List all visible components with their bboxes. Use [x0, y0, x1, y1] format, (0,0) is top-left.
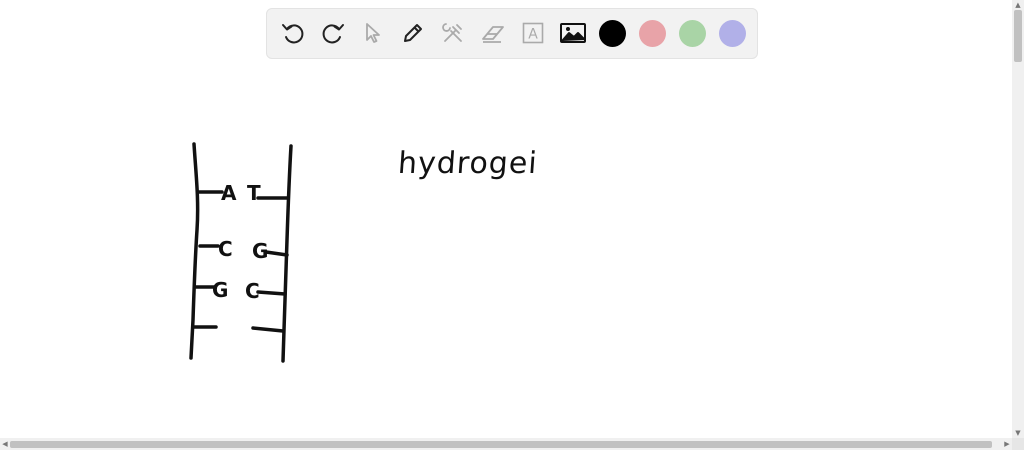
- color-lavender-swatch[interactable]: [719, 20, 746, 47]
- scroll-left-arrow-icon[interactable]: ◀: [0, 438, 10, 450]
- vertical-scroll-thumb[interactable]: [1014, 10, 1022, 62]
- select-pointer-icon[interactable]: [358, 18, 388, 48]
- tools-icon[interactable]: [438, 18, 468, 48]
- pen-icon[interactable]: [398, 18, 428, 48]
- base-A: A: [221, 181, 237, 205]
- base-G-left: G: [212, 278, 228, 302]
- drawing-toolbar: A: [266, 8, 758, 59]
- scroll-up-arrow-icon[interactable]: ▲: [1012, 0, 1024, 10]
- color-green-swatch[interactable]: [679, 20, 706, 47]
- text-box-icon[interactable]: A: [518, 18, 548, 48]
- svg-text:A: A: [528, 27, 538, 43]
- whiteboard-canvas[interactable]: A T C G G C hydrogei A: [0, 0, 1012, 438]
- horizontal-scrollbar[interactable]: ◀ ▶: [0, 438, 1012, 450]
- redo-icon[interactable]: [318, 18, 348, 48]
- base-T: T: [247, 181, 261, 205]
- scroll-right-arrow-icon[interactable]: ▶: [1002, 438, 1012, 450]
- scrollbar-corner: [1012, 438, 1024, 450]
- base-G-right: G: [252, 239, 268, 263]
- base-C-left: C: [218, 237, 233, 261]
- horizontal-scroll-thumb[interactable]: [10, 441, 992, 448]
- scroll-down-arrow-icon[interactable]: ▼: [1012, 428, 1024, 438]
- color-pink-swatch[interactable]: [639, 20, 666, 47]
- base-C-right: C: [245, 279, 260, 303]
- eraser-icon[interactable]: [478, 18, 508, 48]
- image-icon[interactable]: [558, 18, 588, 48]
- color-black-swatch[interactable]: [599, 20, 626, 47]
- handwritten-text: hydrogei: [396, 146, 539, 181]
- dna-ladder-drawing: A T C G G C: [189, 142, 293, 363]
- undo-icon[interactable]: [278, 18, 308, 48]
- vertical-scrollbar[interactable]: ▲ ▼: [1012, 0, 1024, 438]
